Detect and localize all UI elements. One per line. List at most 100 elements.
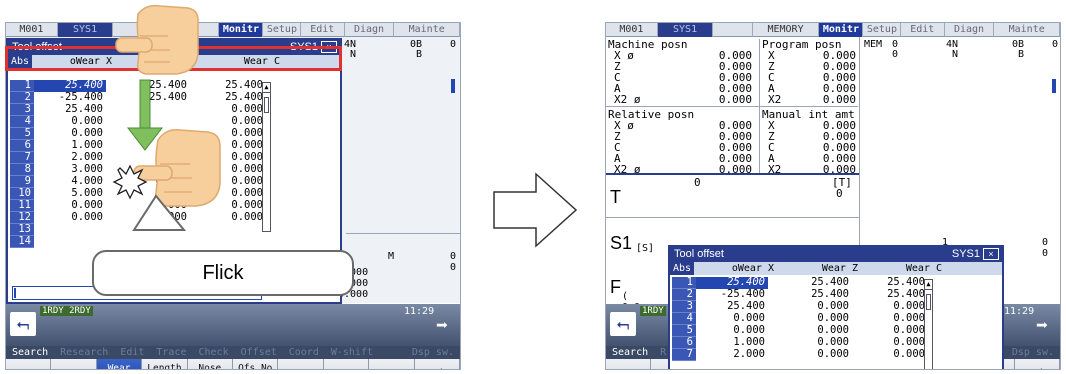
tab-edit[interactable]: Edit bbox=[901, 23, 945, 37]
cell-wear-x[interactable]: 1.000 bbox=[34, 140, 106, 152]
softkey-blank-2[interactable] bbox=[369, 359, 415, 369]
row-number: 5 bbox=[672, 324, 696, 337]
softkey-measure[interactable]: Measure bbox=[278, 359, 324, 369]
row-number: 4 bbox=[10, 115, 34, 128]
cell-wear-x[interactable]: 0.000 bbox=[34, 212, 106, 224]
softkey-plus-input[interactable]: +Input bbox=[51, 359, 97, 369]
cell-wear-x[interactable]: 25.400 bbox=[696, 301, 768, 313]
cell-wear-z[interactable]: 0.000 bbox=[768, 325, 852, 337]
menu-trace[interactable]: Trace bbox=[150, 347, 192, 358]
cell-wear-x[interactable]: 0.000 bbox=[696, 325, 768, 337]
menu-search[interactable]: Search bbox=[606, 347, 654, 358]
menu-dsp-sw[interactable]: Dsp sw. bbox=[406, 347, 460, 358]
tab-diagn[interactable]: Diagn bbox=[345, 23, 395, 37]
cell-wear-x[interactable]: 2.000 bbox=[696, 349, 768, 361]
softkey-ofs-no-search[interactable]: Ofs No search bbox=[233, 359, 279, 369]
cell-wear-z[interactable]: 0.000 bbox=[768, 337, 852, 349]
cell-wear-x[interactable]: 25.400 bbox=[34, 104, 106, 116]
softkey-length-data[interactable]: Length data bbox=[142, 359, 188, 369]
window-titlebar[interactable]: Tool offset SYS1 × bbox=[670, 247, 1002, 262]
softkey-blank-1[interactable] bbox=[323, 359, 370, 369]
menu-offset[interactable]: Offset bbox=[235, 347, 283, 358]
axis-label: X bbox=[768, 119, 775, 132]
scroll-up-icon[interactable]: ▲ bbox=[925, 280, 932, 290]
cell-wear-x[interactable]: -25.400 bbox=[34, 92, 106, 104]
softkey-undo[interactable]: Undo bbox=[414, 359, 460, 369]
cell-wear-c[interactable]: 25.400 bbox=[852, 277, 928, 289]
table-row[interactable]: 2 -25.400 25.400 25.400 bbox=[672, 288, 928, 301]
position-row: X2 ø 0.000 bbox=[608, 94, 758, 105]
menu-edit[interactable]: Edit bbox=[114, 347, 150, 358]
divider-vertical bbox=[759, 39, 760, 173]
close-icon[interactable]: × bbox=[983, 248, 999, 260]
softkey-wear-data[interactable]: Wear data bbox=[96, 359, 143, 369]
table-row[interactable]: 3 25.400 0.000 0.000 bbox=[672, 300, 928, 313]
cell-wear-x[interactable]: 3.000 bbox=[34, 164, 106, 176]
cell-wear-z[interactable]: 25.400 bbox=[768, 289, 852, 301]
table-row[interactable]: 6 1.000 0.000 0.000 bbox=[672, 336, 928, 349]
cell-wear-c[interactable]: 25.400 bbox=[852, 289, 928, 301]
table-row[interactable]: 7 2.000 0.000 0.000 bbox=[672, 348, 928, 361]
tab-m001[interactable]: M001 bbox=[6, 23, 58, 37]
cell-wear-c[interactable]: 0.000 bbox=[852, 337, 928, 349]
menu-w-shift[interactable]: W-shift bbox=[325, 347, 379, 358]
menu-research[interactable]: Research bbox=[54, 347, 114, 358]
softkey-nose-data[interactable]: Nose data bbox=[187, 359, 234, 369]
cell-wear-x[interactable]: 0.000 bbox=[34, 200, 106, 212]
softkey-equal-input[interactable]: =Input bbox=[6, 359, 52, 369]
softkey-undo[interactable]: Undo bbox=[1014, 359, 1060, 369]
cell-wear-z[interactable]: 0.000 bbox=[768, 313, 852, 325]
cell-wear-x[interactable]: 0.000 bbox=[34, 128, 106, 140]
tab-setup[interactable]: Setup bbox=[863, 23, 901, 37]
spindle-r1: 0 bbox=[1042, 237, 1049, 248]
menu-dsp-sw[interactable]: Dsp sw. bbox=[1006, 347, 1060, 358]
tool-label: T bbox=[610, 187, 621, 207]
table-row[interactable]: 4 0.000 0.000 0.000 bbox=[672, 312, 928, 325]
cell-wear-c[interactable]: 0.000 bbox=[852, 349, 928, 361]
relative-position: Relative posn X ø 0.000 Z 0.000 C 0.000 A 0.000… bbox=[608, 109, 758, 175]
cell-wear-x[interactable]: 25.400 bbox=[34, 80, 106, 92]
cell-wear-x[interactable]: -25.400 bbox=[696, 289, 768, 301]
panel-scroll-marker bbox=[1052, 79, 1056, 93]
m-value-2: 0 bbox=[450, 262, 457, 273]
abs-toggle[interactable]: Abs bbox=[670, 262, 694, 275]
cell-wear-x[interactable] bbox=[34, 224, 106, 236]
tab-mainte[interactable]: Mainte bbox=[994, 23, 1060, 37]
cell-wear-x[interactable] bbox=[34, 236, 106, 248]
cell-wear-x[interactable]: 4.000 bbox=[34, 176, 106, 188]
cell-wear-x[interactable]: 2.000 bbox=[34, 152, 106, 164]
next-arrow-icon[interactable]: ➡ bbox=[1030, 314, 1054, 336]
back-icon[interactable]: ⮢ bbox=[610, 312, 636, 336]
offset-table[interactable]: 1 25.400 25.400 25.400 2 -25.400 25.400 25.400 3… bbox=[672, 277, 928, 361]
cell-wear-c[interactable]: 0.000 bbox=[852, 301, 928, 313]
cell-wear-x[interactable]: 5.000 bbox=[34, 188, 106, 200]
axis-label: Z bbox=[768, 130, 775, 143]
cell-wear-x[interactable]: 1.000 bbox=[696, 337, 768, 349]
cell-wear-z[interactable]: 25.400 bbox=[768, 277, 852, 289]
cell-wear-c[interactable]: 0.000 bbox=[852, 313, 928, 325]
tab-sys1[interactable]: SYS1 bbox=[657, 23, 714, 37]
table-row[interactable]: 5 0.000 0.000 0.000 bbox=[672, 324, 928, 337]
table-scrollbar[interactable]: ▲ bbox=[924, 279, 933, 369]
scroll-thumb[interactable] bbox=[926, 294, 931, 310]
m-value-1: 0 bbox=[450, 251, 457, 262]
cell-wear-x[interactable]: 0.000 bbox=[696, 313, 768, 325]
back-icon[interactable]: ⮢ bbox=[10, 312, 36, 336]
next-arrow-icon[interactable]: ➡ bbox=[430, 314, 454, 336]
cell-wear-z[interactable]: 0.000 bbox=[768, 301, 852, 313]
softkey-equal-input[interactable]: =Input bbox=[606, 359, 652, 369]
cell-wear-z[interactable]: 0.000 bbox=[768, 349, 852, 361]
menu-check[interactable]: Check bbox=[193, 347, 235, 358]
tab-diagn[interactable]: Diagn bbox=[945, 23, 995, 37]
block-label: B bbox=[416, 49, 423, 60]
row-number: 13 bbox=[10, 223, 34, 236]
table-row[interactable]: 1 25.400 25.400 25.400 bbox=[672, 277, 928, 289]
menu-coord[interactable]: Coord bbox=[283, 347, 325, 358]
cell-wear-x[interactable]: 25.400 bbox=[696, 277, 768, 289]
tab-m001[interactable]: M001 bbox=[606, 23, 658, 37]
tab-monitor[interactable]: Monitr bbox=[818, 23, 863, 37]
cell-wear-c[interactable]: 0.000 bbox=[852, 325, 928, 337]
menu-search[interactable]: Search bbox=[6, 347, 54, 358]
tab-mainte[interactable]: Mainte bbox=[394, 23, 460, 37]
cell-wear-x[interactable]: 0.000 bbox=[34, 116, 106, 128]
